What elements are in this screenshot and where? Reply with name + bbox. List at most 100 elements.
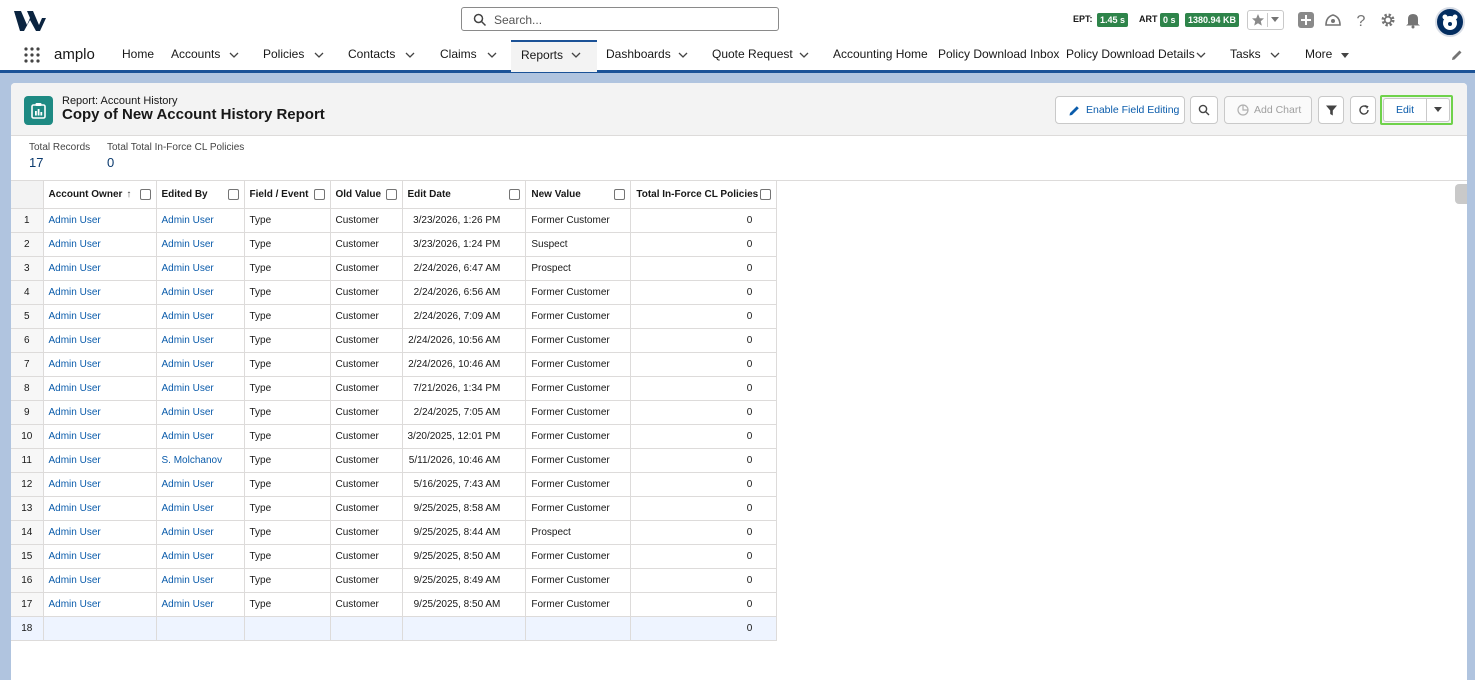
chevron-down-icon[interactable]: [314, 50, 324, 60]
column-menu-icon[interactable]: [385, 189, 397, 200]
column-header-account-owner[interactable]: Account Owner ↑: [43, 181, 157, 209]
nav-item-dashboards[interactable]: Dashboards: [606, 40, 671, 70]
favorites-group[interactable]: [1247, 10, 1284, 30]
refresh-button[interactable]: [1350, 96, 1376, 124]
account-owner-cell[interactable]: Admin User: [43, 424, 157, 449]
user-avatar[interactable]: [1435, 7, 1465, 37]
edited-by-cell[interactable]: Admin User: [156, 232, 245, 257]
column-header-field-event[interactable]: Field / Event: [244, 181, 331, 209]
chevron-down-icon[interactable]: [799, 50, 809, 60]
edited-by-cell[interactable]: Admin User: [156, 424, 245, 449]
edited-by-cell[interactable]: Admin User: [156, 472, 245, 497]
column-header-new-value[interactable]: New Value: [525, 181, 632, 209]
column-label: New Value: [531, 189, 581, 200]
favorites-star-icon[interactable]: [1251, 13, 1265, 27]
edit-dropdown-button[interactable]: [1427, 98, 1450, 122]
edited-by-cell[interactable]: Admin User: [156, 304, 245, 329]
edited-by-cell[interactable]: Admin User: [156, 496, 245, 521]
account-owner-cell[interactable]: Admin User: [43, 472, 157, 497]
edit-button[interactable]: Edit: [1383, 98, 1427, 122]
nav-item-quote-request[interactable]: Quote Request: [712, 40, 793, 70]
chevron-down-icon[interactable]: [405, 50, 415, 60]
column-menu-icon[interactable]: [227, 189, 239, 200]
chevron-down-icon[interactable]: [571, 50, 581, 60]
total-policies-cell: 0: [630, 400, 778, 425]
edited-by-cell[interactable]: Admin User: [156, 400, 245, 425]
column-menu-icon[interactable]: [313, 189, 325, 200]
edited-by-cell[interactable]: Admin User: [156, 208, 245, 233]
edited-by-cell[interactable]: Admin User: [156, 280, 245, 305]
chevron-down-icon[interactable]: [229, 50, 239, 60]
account-owner-cell[interactable]: Admin User: [43, 328, 157, 353]
account-owner-cell[interactable]: Admin User: [43, 400, 157, 425]
side-panel-toggle[interactable]: [1455, 184, 1467, 204]
chevron-down-icon[interactable]: [1270, 50, 1280, 60]
column-header-total-policies[interactable]: Total In-Force CL Policies: [630, 181, 778, 209]
edited-by-cell[interactable]: Admin User: [156, 328, 245, 353]
nav-item-reports[interactable]: Reports: [511, 40, 597, 72]
summary-edit-date-cell: [402, 616, 527, 641]
nav-item-policy-download-details[interactable]: Policy Download Details: [1066, 40, 1195, 70]
add-icon[interactable]: [1297, 11, 1315, 29]
nav-item-contacts[interactable]: Contacts: [348, 40, 395, 70]
edited-by-cell[interactable]: Admin User: [156, 544, 245, 569]
chevron-down-icon[interactable]: [1196, 50, 1206, 60]
edited-by-cell[interactable]: S. Molchanov: [156, 448, 245, 473]
column-menu-icon[interactable]: [139, 189, 151, 200]
nav-item-policies[interactable]: Policies: [263, 40, 304, 70]
account-owner-cell[interactable]: Admin User: [43, 280, 157, 305]
account-owner-cell[interactable]: Admin User: [43, 376, 157, 401]
account-owner-cell[interactable]: Admin User: [43, 520, 157, 545]
column-menu-icon[interactable]: [509, 189, 521, 200]
edited-by-cell[interactable]: Admin User: [156, 520, 245, 545]
global-search[interactable]: [461, 7, 779, 31]
account-owner-cell[interactable]: Admin User: [43, 232, 157, 257]
edit-nav-pencil-icon[interactable]: [1451, 49, 1463, 61]
account-owner-cell[interactable]: Admin User: [43, 568, 157, 593]
logo-icon[interactable]: [14, 9, 46, 33]
account-owner-cell[interactable]: Admin User: [43, 496, 157, 521]
nav-item-policy-download-inbox[interactable]: Policy Download Inbox: [938, 40, 1059, 70]
filter-button[interactable]: [1318, 96, 1344, 124]
help-icon[interactable]: ?: [1352, 11, 1370, 29]
edit-date-cell: 9/25/2025, 8:44 AM: [402, 520, 527, 545]
total-policies-cell: 0: [630, 232, 778, 257]
app-launcher-icon[interactable]: [24, 47, 40, 63]
nav-item-more[interactable]: More: [1305, 40, 1332, 70]
favorites-dropdown-icon[interactable]: [1271, 17, 1279, 23]
column-header-edit-date[interactable]: Edit Date: [402, 181, 527, 209]
enable-field-editing-button[interactable]: Enable Field Editing: [1055, 96, 1185, 124]
column-menu-icon[interactable]: [614, 189, 626, 200]
column-header-old-value[interactable]: Old Value: [330, 181, 403, 209]
account-owner-cell[interactable]: Admin User: [43, 208, 157, 233]
account-owner-cell[interactable]: Admin User: [43, 256, 157, 281]
search-report-button[interactable]: [1190, 96, 1218, 124]
nav-item-accounts[interactable]: Accounts: [171, 40, 220, 70]
edited-by-cell[interactable]: Admin User: [156, 352, 245, 377]
edited-by-cell[interactable]: Admin User: [156, 376, 245, 401]
account-owner-cell[interactable]: Admin User: [43, 592, 157, 617]
column-header-edited-by[interactable]: Edited By: [156, 181, 245, 209]
search-input[interactable]: [492, 10, 766, 30]
notifications-bell-icon[interactable]: [1404, 11, 1422, 29]
account-owner-cell[interactable]: Admin User: [43, 304, 157, 329]
nav-item-claims[interactable]: Claims: [440, 40, 477, 70]
edited-by-cell[interactable]: Admin User: [156, 568, 245, 593]
column-menu-icon[interactable]: [760, 189, 772, 200]
edited-by-cell[interactable]: Admin User: [156, 256, 245, 281]
field-event-cell: Type: [244, 592, 331, 617]
trailhead-icon[interactable]: [1324, 11, 1342, 29]
sort-ascending-icon[interactable]: ↑: [126, 189, 131, 200]
add-chart-button[interactable]: Add Chart: [1224, 96, 1312, 124]
nav-item-accounting-home[interactable]: Accounting Home: [833, 40, 928, 70]
caret-down-icon[interactable]: [1340, 50, 1350, 60]
nav-item-home[interactable]: Home: [122, 40, 154, 70]
chevron-down-icon[interactable]: [678, 50, 688, 60]
account-owner-cell[interactable]: Admin User: [43, 352, 157, 377]
nav-item-tasks[interactable]: Tasks: [1230, 40, 1261, 70]
account-owner-cell[interactable]: Admin User: [43, 448, 157, 473]
setup-gear-icon[interactable]: [1379, 11, 1397, 29]
edited-by-cell[interactable]: Admin User: [156, 592, 245, 617]
chevron-down-icon[interactable]: [487, 50, 497, 60]
account-owner-cell[interactable]: Admin User: [43, 544, 157, 569]
